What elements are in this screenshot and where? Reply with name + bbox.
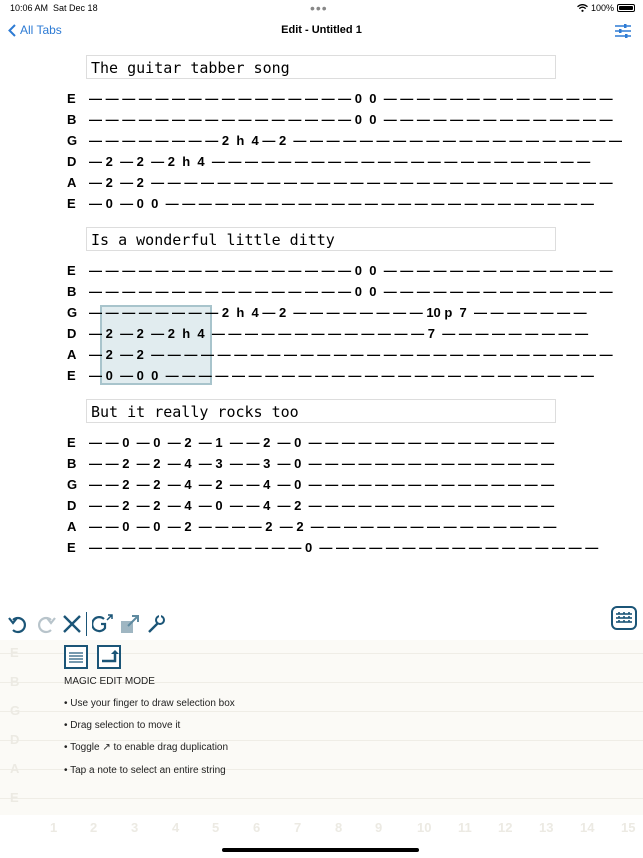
battery-icon bbox=[617, 4, 635, 12]
lyric-line-2[interactable]: Is a wonderful little ditty bbox=[86, 227, 556, 251]
status-time: 10:06 AM Sat Dec 18 bbox=[10, 3, 98, 13]
insert-button[interactable] bbox=[97, 645, 121, 669]
home-indicator[interactable] bbox=[222, 848, 419, 852]
tab-string-line[interactable]: — — — — — — — — — — — — — — — — 0 0 — — … bbox=[89, 263, 613, 278]
redo-icon[interactable] bbox=[34, 614, 56, 634]
lyric-line-1[interactable]: The guitar tabber song bbox=[86, 55, 556, 79]
battery-percent: 100% bbox=[590, 3, 614, 13]
string-label[interactable]: A bbox=[67, 347, 81, 362]
tab-string-line[interactable]: — 2 — 2 — 2 h 4 — — — — — — — — — — — — … bbox=[89, 326, 588, 341]
fretboard-string-label: G bbox=[10, 703, 21, 718]
keyboard-icon bbox=[616, 612, 632, 624]
tip-item: • Tap a note to select an entire string bbox=[64, 765, 226, 776]
tab-string-line[interactable]: — 2 — 2 — — — — — — — — — — — — — — — — … bbox=[89, 175, 613, 190]
fret-number: 2 bbox=[90, 820, 98, 835]
tab-string-line[interactable]: — — 2 — 2 — 4 — 2 — — 4 — 0 — — — — — — … bbox=[89, 477, 554, 492]
tab-string-line[interactable]: — 0 — 0 0 — — — — — — — — — — — — — — — … bbox=[89, 368, 594, 383]
tab-string-line[interactable]: — — 0 — 0 — 2 — — — — 2 — 2 — — — — — — … bbox=[89, 519, 556, 534]
multitask-dots[interactable]: ••• bbox=[310, 0, 328, 16]
string-label[interactable]: E bbox=[67, 196, 81, 211]
close-icon[interactable] bbox=[62, 614, 82, 634]
string-label[interactable]: B bbox=[67, 284, 81, 299]
sliders-icon[interactable] bbox=[615, 24, 631, 38]
tab-string-line[interactable]: — — — — — — — — — — — — — 0 — — — — — — … bbox=[89, 540, 598, 555]
fretboard-string-label: D bbox=[10, 732, 20, 747]
fret-number: 9 bbox=[375, 820, 383, 835]
tab-string-line[interactable]: — — — — — — — — 2 h 4 — 2 — — — — — — — … bbox=[89, 305, 587, 320]
wifi-icon bbox=[577, 4, 588, 12]
nav-bar: All Tabs Edit - Untitled 1 bbox=[0, 18, 643, 44]
string-label[interactable]: E bbox=[67, 263, 81, 278]
string-label[interactable]: B bbox=[67, 456, 81, 471]
string-label[interactable]: D bbox=[67, 498, 81, 513]
wrench-icon[interactable] bbox=[147, 614, 165, 634]
tip-item: • Use your finger to draw selection box bbox=[64, 698, 235, 709]
page-title: Edit - Untitled 1 bbox=[281, 24, 362, 36]
tab-string-line[interactable]: — 0 — 0 0 — — — — — — — — — — — — — — — … bbox=[89, 196, 594, 211]
tab-string-line[interactable]: — — 0 — 0 — 2 — 1 — — 2 — 0 — — — — — — … bbox=[89, 435, 554, 450]
fret-number: 14 bbox=[580, 820, 595, 835]
string-label[interactable]: G bbox=[67, 477, 81, 492]
list-icon bbox=[69, 652, 83, 663]
fret-string-line bbox=[0, 740, 643, 741]
tab-string-line[interactable]: — 2 — 2 — — — — — — — — — — — — — — — — … bbox=[89, 347, 613, 362]
fret-string-line bbox=[0, 798, 643, 799]
edit-toolbar bbox=[0, 610, 643, 638]
fret-number: 13 bbox=[539, 820, 554, 835]
list-view-button[interactable] bbox=[64, 645, 88, 669]
chord-icon[interactable] bbox=[92, 614, 114, 634]
fret-number: 11 bbox=[458, 820, 472, 835]
fret-number: 3 bbox=[131, 820, 139, 835]
tab-string-line[interactable]: — — — — — — — — — — — — — — — — 0 0 — — … bbox=[89, 112, 613, 127]
status-right: 100% bbox=[577, 3, 635, 13]
fret-number: 15 bbox=[621, 820, 636, 835]
string-label[interactable]: E bbox=[67, 540, 81, 555]
tab-string-line[interactable]: — — — — — — — — — — — — — — — — 0 0 — — … bbox=[89, 284, 613, 299]
fretboard-string-label: B bbox=[10, 674, 20, 689]
string-label[interactable]: E bbox=[67, 368, 81, 383]
fretboard-string-label: A bbox=[10, 761, 20, 776]
insert-arrow-icon bbox=[102, 650, 119, 663]
fret-string-line bbox=[0, 711, 643, 712]
fret-number: 5 bbox=[212, 820, 220, 835]
mode-title: MAGIC EDIT MODE bbox=[64, 676, 155, 687]
fret-number: 8 bbox=[335, 820, 343, 835]
string-label[interactable]: E bbox=[67, 91, 81, 106]
string-label[interactable]: A bbox=[67, 519, 81, 534]
fret-number: 12 bbox=[498, 820, 513, 835]
status-bar: 10:06 AM Sat Dec 18 ••• 100% bbox=[0, 0, 643, 16]
keyboard-toggle-button[interactable] bbox=[611, 606, 637, 630]
tab-string-line[interactable]: — — — — — — — — — — — — — — — — 0 0 — — … bbox=[89, 91, 613, 106]
string-label[interactable]: A bbox=[67, 175, 81, 190]
fret-number: 1 bbox=[50, 820, 58, 835]
lyric-line-3[interactable]: But it really rocks too bbox=[86, 399, 556, 423]
tab-string-line[interactable]: — — 2 — 2 — 4 — 3 — — 3 — 0 — — — — — — … bbox=[89, 456, 554, 471]
tip-item: • Toggle ↗ to enable drag duplication bbox=[64, 742, 229, 753]
fret-number: 6 bbox=[253, 820, 261, 835]
fretboard-string-label: E bbox=[10, 790, 19, 805]
string-label[interactable]: G bbox=[67, 305, 81, 320]
tip-item: • Drag selection to move it bbox=[64, 720, 181, 731]
tab-string-line[interactable]: — — 2 — 2 — 4 — 0 — — 4 — 2 — — — — — — … bbox=[89, 498, 554, 513]
tab-string-line[interactable]: — — — — — — — — 2 h 4 — 2 — — — — — — — … bbox=[89, 133, 622, 148]
toolbar-divider bbox=[86, 612, 87, 636]
duplicate-drag-icon[interactable] bbox=[120, 614, 140, 634]
tab-string-line[interactable]: — 2 — 2 — 2 h 4 — — — — — — — — — — — — … bbox=[89, 154, 590, 169]
string-label[interactable]: B bbox=[67, 112, 81, 127]
undo-icon[interactable] bbox=[8, 614, 30, 634]
fretboard-string-label: E bbox=[10, 645, 19, 660]
string-label[interactable]: D bbox=[67, 326, 81, 341]
string-label[interactable]: E bbox=[67, 435, 81, 450]
fret-number: 10 bbox=[417, 820, 432, 835]
fret-number: 7 bbox=[294, 820, 302, 835]
string-label[interactable]: D bbox=[67, 154, 81, 169]
fret-number: 4 bbox=[172, 820, 180, 835]
string-label[interactable]: G bbox=[67, 133, 81, 148]
